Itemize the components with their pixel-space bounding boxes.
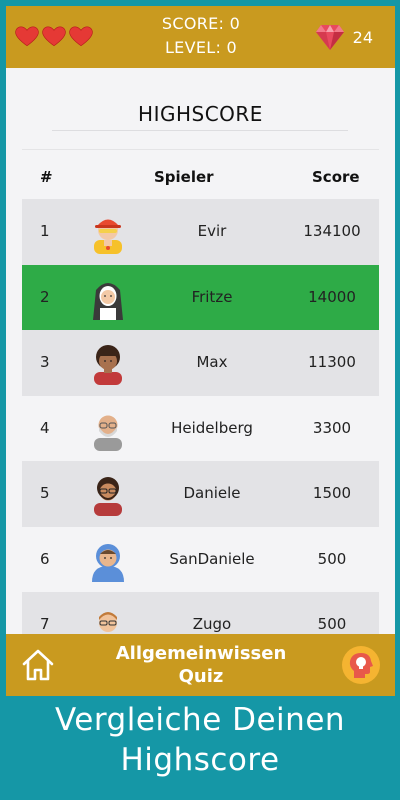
bald-bearded-man-avatar [94, 415, 122, 451]
heart-icon [69, 26, 93, 47]
column-header-rank: # [40, 168, 53, 186]
row-rank: 5 [40, 484, 50, 502]
column-header-score: Score [312, 168, 360, 186]
page-title: HIGHSCORE [138, 102, 263, 126]
promo-caption: Vergleiche Deinen Highscore [0, 700, 400, 780]
row-rank: 4 [40, 418, 50, 437]
table-top-divider [22, 149, 379, 150]
app-screen: SCORE: 0 LEVEL: 0 24 HIGHSCORE # Spieler… [6, 6, 395, 696]
table-row: 5 Daniele 1500 [22, 461, 379, 527]
diamond-icon [315, 25, 344, 50]
table-row: 1 Evir 134100 [22, 199, 379, 265]
curly-hair-man-avatar [94, 345, 122, 385]
row-rank: 6 [40, 549, 50, 568]
hoodie-man-avatar [92, 543, 124, 582]
caption-line2: Highscore [120, 742, 280, 778]
heart-icon [42, 26, 66, 47]
row-player-name: Heidelberg [171, 418, 253, 437]
app-name-line2: Quiz [178, 666, 224, 687]
nun-avatar [93, 282, 123, 320]
row-rank: 7 [40, 615, 50, 633]
table-row: 4 Heidelberg 3300 [22, 395, 379, 461]
bearded-man-avatar [94, 477, 122, 516]
heart-icon [15, 26, 39, 47]
row-score: 11300 [308, 353, 356, 371]
title-divider [52, 130, 348, 131]
app-name-line1: Allgemeinwissen [115, 643, 287, 664]
score-level-display: SCORE: 0 LEVEL: 0 [136, 12, 266, 60]
row-player-name: Fritze [191, 287, 233, 306]
top-status-bar: SCORE: 0 LEVEL: 0 24 [6, 6, 395, 68]
score-label: SCORE: 0 [161, 14, 241, 33]
gem-count: 24 [352, 27, 373, 47]
table-header: # Spieler Score [22, 158, 379, 196]
firefighter-avatar [94, 219, 122, 254]
row-player-name: Evir [197, 222, 227, 240]
gem-counter: 24 [315, 23, 373, 51]
lives-indicator [14, 23, 94, 49]
row-score: 134100 [303, 222, 361, 240]
row-rank: 1 [40, 222, 50, 240]
row-score: 3300 [312, 418, 352, 437]
lightbulb-head-icon[interactable] [341, 645, 381, 685]
column-header-player: Spieler [154, 168, 214, 186]
bottom-navigation-bar: Allgemeinwissen Quiz [6, 634, 395, 696]
table-row-current-player: 2 Fritze 14000 [22, 264, 379, 330]
table-row: 3 Max 11300 [22, 330, 379, 396]
row-score: 14000 [308, 287, 356, 306]
row-score: 500 [317, 549, 347, 568]
row-score: 1500 [312, 484, 352, 502]
app-name: Allgemeinwissen Quiz [96, 642, 306, 688]
row-rank: 2 [40, 287, 50, 306]
row-rank: 3 [40, 353, 50, 371]
row-player-name: Zugo [192, 615, 232, 633]
row-score: 500 [317, 615, 347, 633]
row-player-name: Max [196, 353, 228, 371]
table-row: 6 SanDaniele 500 [22, 526, 379, 592]
row-player-name: SanDaniele [169, 549, 255, 568]
caption-line1: Vergleiche Deinen [54, 702, 346, 738]
highscore-table: 1 Evir 134100 2 Fritze 14000 3 Max 11300… [22, 199, 379, 658]
row-player-name: Daniele [183, 484, 241, 502]
level-label: LEVEL: 0 [164, 38, 238, 57]
home-icon[interactable] [20, 647, 56, 683]
